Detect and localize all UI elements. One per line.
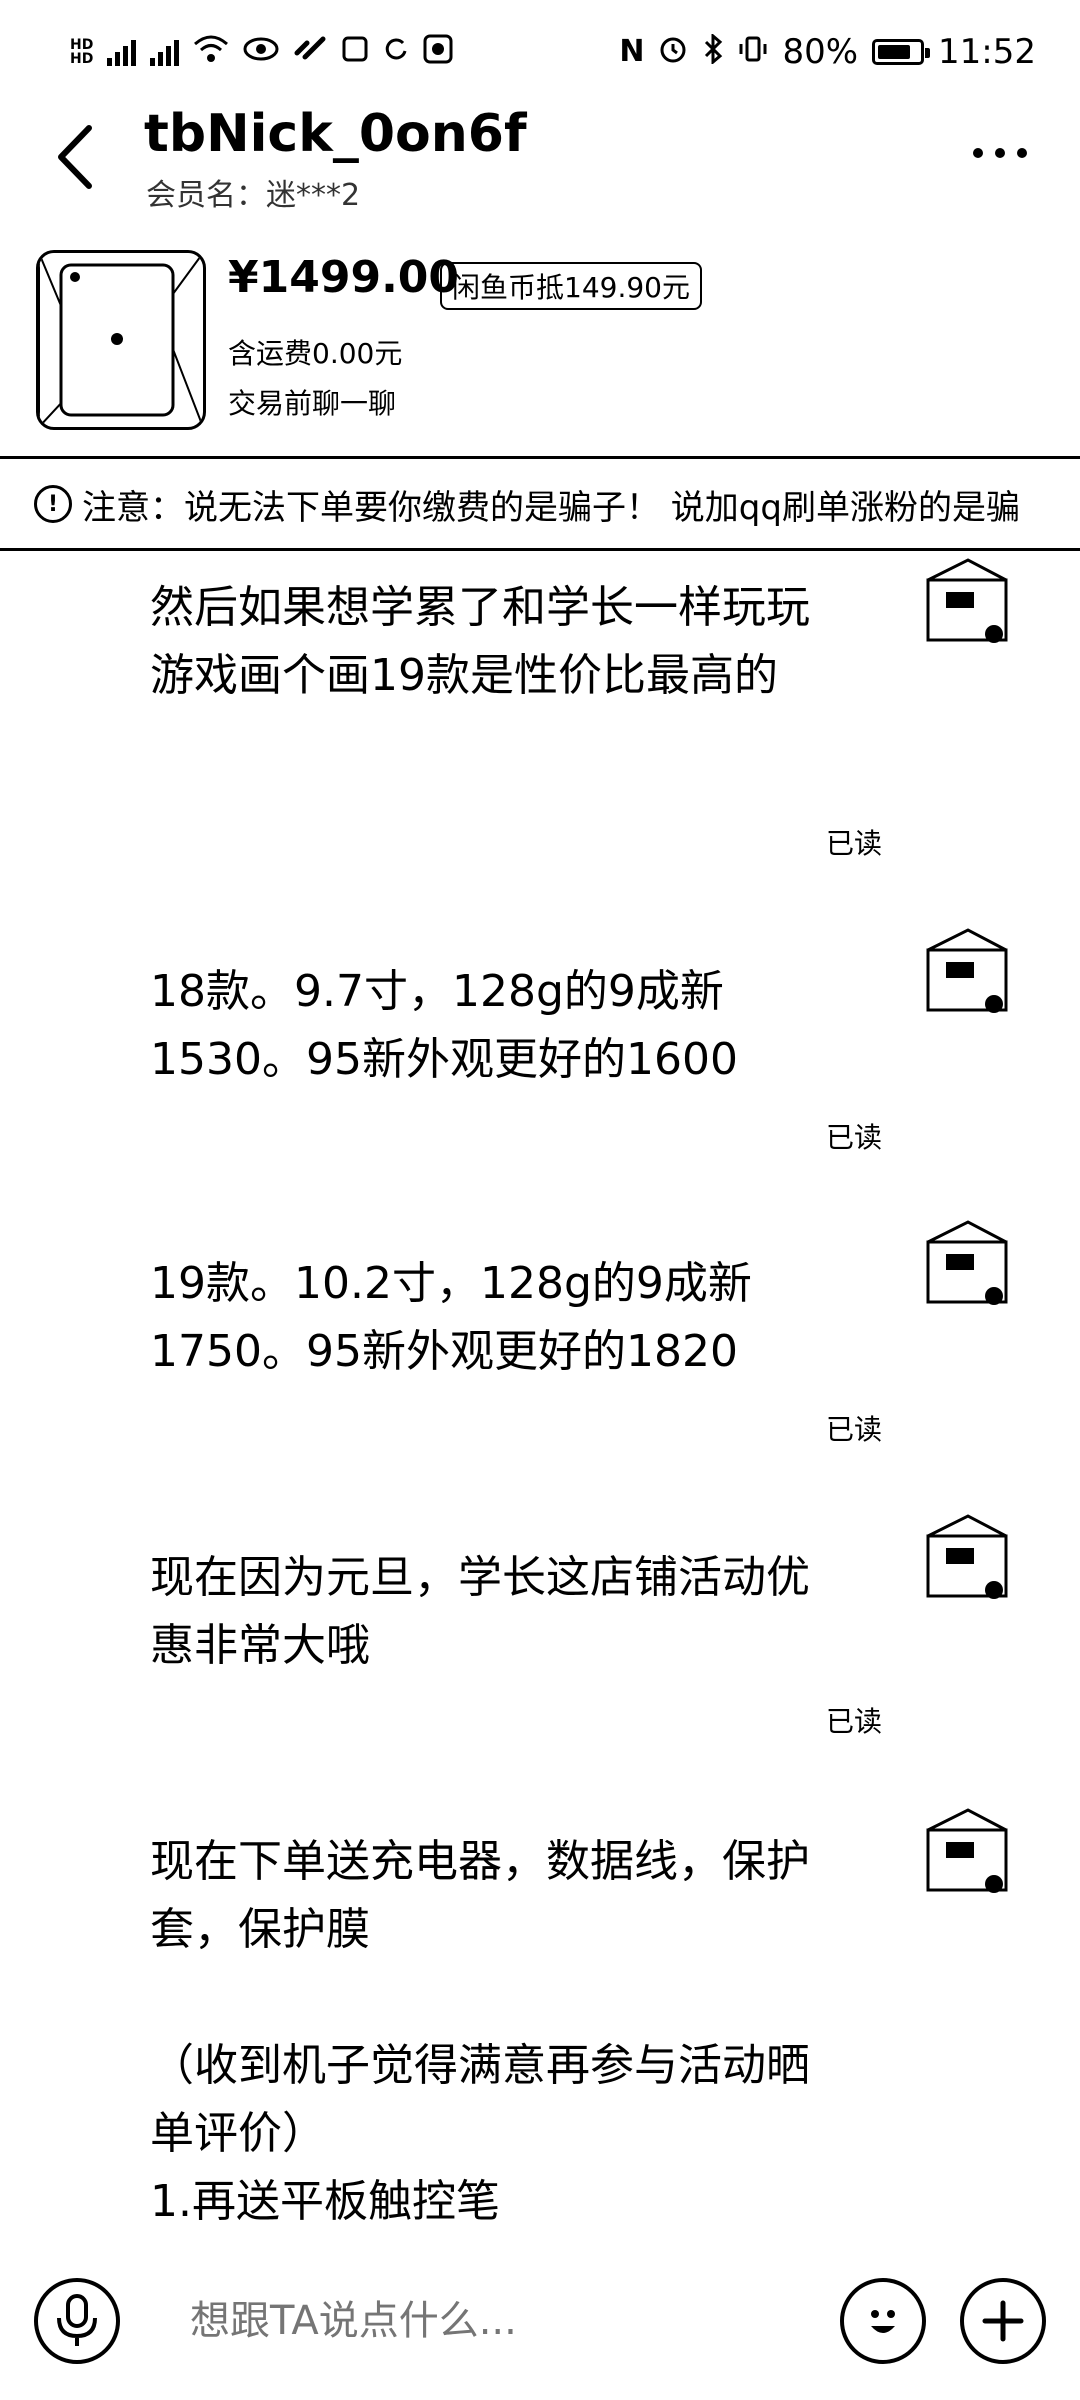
status-time: 11:52 — [938, 32, 1036, 72]
read-status: 已读 — [826, 1121, 883, 1154]
message-text[interactable]: 19款。10.2寸，128g的9成新1750。95新外观更好的1820 — [150, 1250, 850, 1386]
message-text[interactable]: 现在因为元旦，学长这店铺活动优惠非常大哦 — [150, 1544, 850, 1680]
read-status: 已读 — [826, 1705, 883, 1738]
read-status: 已读 — [826, 827, 883, 860]
message-item: 现在下单送充电器，数据线，保护套，保护膜 （收到机子觉得满意再参与活动晒单评价）… — [0, 1802, 1080, 2242]
notice-text: 注意：说无法下单要你缴费的是骗子！ 说加qq刷单涨粉的是骗 — [82, 487, 1020, 528]
battery-fill — [878, 45, 911, 59]
tablet-image-icon — [39, 253, 203, 427]
read-status: 已读 — [826, 1413, 883, 1446]
avatar-image-icon — [926, 1220, 1008, 1305]
emoji-button[interactable] — [840, 2278, 926, 2364]
add-button[interactable] — [960, 2278, 1046, 2364]
link-icon — [293, 35, 327, 69]
message-text[interactable]: 然后如果想学累了和学长一样玩玩游戏画个画19款是性价比最高的 — [150, 574, 850, 710]
page-title: tbNick_0on6f — [144, 104, 527, 164]
avatar[interactable] — [908, 552, 1028, 672]
input-bar — [0, 2242, 1080, 2400]
fraud-notice: ! 注意：说无法下单要你缴费的是骗子！ 说加qq刷单涨粉的是骗 — [0, 460, 1080, 548]
product-price: ¥1499.00 — [228, 252, 460, 303]
nfc-icon: N — [619, 34, 645, 69]
plus-icon — [982, 2300, 1024, 2342]
battery-icon — [872, 39, 931, 65]
refresh-icon — [383, 35, 409, 69]
more-dot-icon — [995, 148, 1005, 158]
status-bar: HD HD N 80% 11:52 — [0, 0, 1080, 104]
message-item: 19款。10.2寸，128g的9成新1750。95新外观更好的1820 已读 — [0, 1212, 1080, 1452]
eye-icon — [243, 36, 279, 68]
message-list[interactable]: 然后如果想学累了和学长一样玩玩游戏画个画19款是性价比最高的 已读 18款。9.… — [0, 552, 1080, 2242]
warning-icon: ! — [34, 485, 72, 523]
status-right: N 80% 11:52 — [619, 32, 1036, 72]
square-icon — [341, 35, 369, 69]
avatar-image-icon — [926, 1808, 1008, 1893]
coin-discount-tag: 闲鱼币抵149.90元 — [440, 262, 702, 310]
message-text[interactable]: 18款。9.7寸，128g的9成新1530。95新外观更好的1600 — [150, 958, 850, 1094]
shipping-fee: 含运费0.00元 — [228, 337, 403, 370]
divider — [0, 456, 1080, 459]
app-icon — [423, 34, 453, 70]
avatar-image-icon — [926, 1514, 1008, 1599]
signal-icon — [150, 38, 180, 66]
message-item: 然后如果想学累了和学长一样玩玩游戏画个画19款是性价比最高的 已读 — [0, 552, 1080, 860]
message-input[interactable] — [150, 2278, 810, 2364]
hd-icon: HD HD — [70, 37, 94, 67]
avatar[interactable] — [908, 1508, 1028, 1628]
back-button[interactable] — [40, 112, 110, 202]
product-image[interactable] — [36, 250, 206, 430]
avatar[interactable] — [908, 1214, 1028, 1334]
avatar[interactable] — [908, 1802, 1028, 1922]
more-options-button[interactable] — [960, 128, 1040, 178]
voice-button[interactable] — [34, 2278, 120, 2364]
signal-icon — [107, 38, 137, 66]
vibrate-icon — [738, 34, 768, 70]
product-card[interactable]: ¥1499.00 闲鱼币抵149.90元 含运费0.00元 交易前聊一聊 — [0, 240, 1080, 456]
smile-icon — [871, 2310, 895, 2333]
avatar[interactable] — [908, 922, 1028, 1042]
avatar-image-icon — [926, 558, 1008, 643]
bluetooth-icon — [702, 32, 724, 70]
alarm-icon — [658, 34, 688, 70]
chat-hint: 交易前聊一聊 — [228, 387, 397, 420]
chat-header: tbNick_0on6f 会员名：迷***2 — [0, 104, 1080, 224]
battery-percent: 80% — [782, 32, 859, 72]
message-text[interactable]: 现在下单送充电器，数据线，保护套，保护膜 （收到机子觉得满意再参与活动晒单评价）… — [150, 1828, 850, 2236]
wifi-icon — [193, 34, 229, 70]
message-item: 18款。9.7寸，128g的9成新1530。95新外观更好的1600 已读 — [0, 920, 1080, 1160]
microphone-icon — [57, 2294, 97, 2346]
status-left: HD HD — [70, 34, 453, 70]
chevron-left-icon — [58, 125, 92, 189]
more-dot-icon — [1017, 148, 1027, 158]
avatar-image-icon — [926, 928, 1008, 1013]
message-item: 现在因为元旦，学长这店铺活动优惠非常大哦 已读 — [0, 1502, 1080, 1742]
member-name: 会员名：迷***2 — [146, 178, 361, 213]
more-dot-icon — [973, 148, 983, 158]
divider — [0, 548, 1080, 551]
